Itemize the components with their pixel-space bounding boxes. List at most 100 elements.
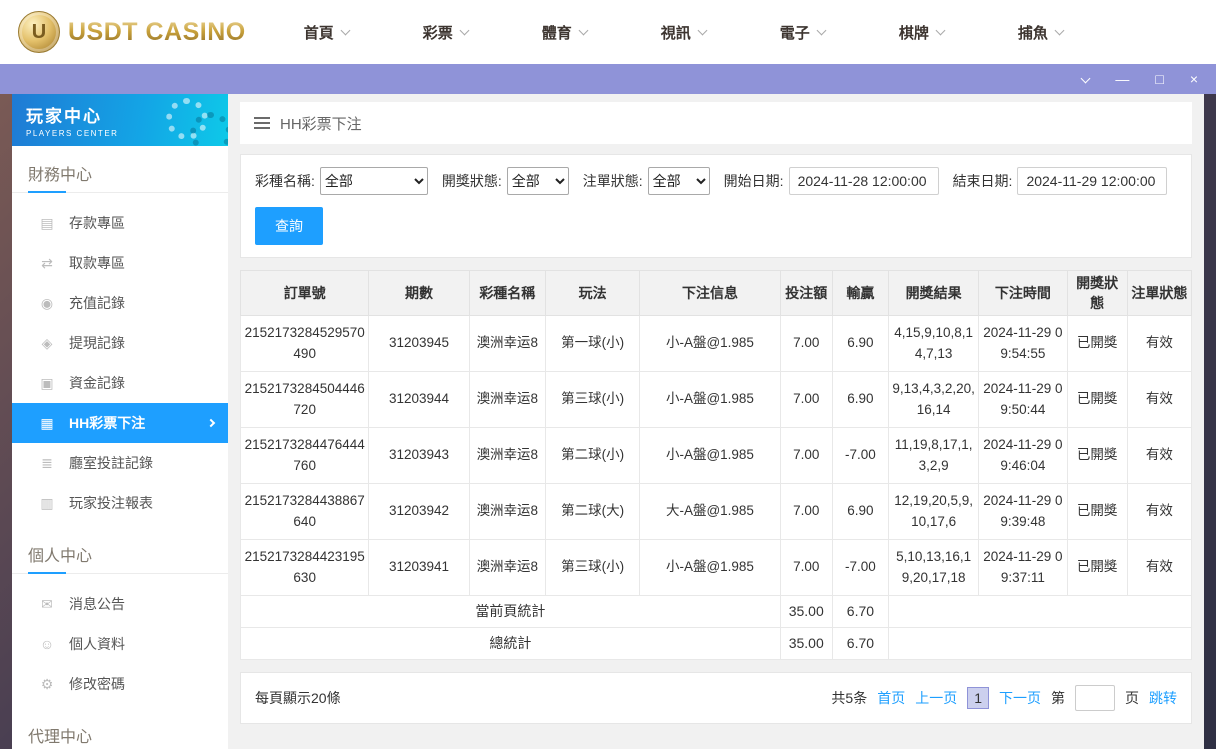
room-records-icon: ≣	[41, 454, 53, 471]
page-summary-label: 當前頁統計	[240, 595, 781, 628]
cell-order-status: 有效	[1126, 539, 1193, 596]
total-count: 共5条	[831, 690, 868, 706]
page-jump-input[interactable]	[1075, 685, 1115, 711]
prev-page-link[interactable]: 上一页	[915, 688, 957, 708]
filter-panel: 彩種名稱: 全部 開獎狀態: 全部 注單狀態: 全部 開始日期: 結束日期: 查…	[240, 154, 1192, 258]
nav-item-electronic[interactable]: 電子	[780, 22, 827, 43]
cell-bet-info: 小-A盤@1.985	[639, 539, 781, 596]
sidebar-item-hh-lottery-bets[interactable]: ▦ HH彩票下注	[12, 403, 228, 443]
sidebar-item-label: 廳室投註記錄	[69, 455, 153, 471]
cell-order-status: 有效	[1126, 315, 1193, 372]
pagination-bar: 每頁顯示20條 共5条 首页 上一页 1 下一页 第 页 跳转	[240, 672, 1192, 724]
cell-lottery-name: 澳洲幸运8	[468, 539, 546, 596]
cell-period: 31203941	[368, 539, 470, 596]
page-header: HH彩票下注	[240, 102, 1192, 144]
cell-draw-status: 已開獎	[1066, 371, 1128, 428]
table-row: 2152173284423195630 31203941 澳洲幸运8 第三球(小…	[239, 539, 1193, 596]
grand-summary-label: 總統計	[240, 627, 781, 660]
draw-status-select[interactable]: 全部	[506, 167, 569, 195]
cell-draw-result: 12,19,20,5,9,10,17,6	[887, 483, 980, 540]
nav-item-video[interactable]: 視訊	[661, 22, 708, 43]
cell-play-type: 第一球(小)	[544, 315, 641, 372]
nav-item-label: 彩票	[422, 24, 453, 42]
page-summary-winloss-total: 6.70	[831, 595, 890, 628]
end-date-input[interactable]	[1017, 167, 1168, 195]
search-button[interactable]: 查詢	[255, 207, 323, 245]
personal-menu: ✉ 消息公告 ☺ 個人資料 ⚙ 修改密碼	[12, 574, 228, 708]
nav-item-sports[interactable]: 體育	[541, 22, 589, 43]
jump-link[interactable]: 跳转	[1149, 688, 1177, 708]
cell-win-loss: 6.90	[831, 371, 890, 428]
start-date-label: 開始日期:	[723, 173, 784, 189]
nav-item-label: 首頁	[303, 24, 334, 42]
sidebar-item-change-password[interactable]: ⚙ 修改密碼	[12, 664, 228, 704]
nav-item-home[interactable]: 首頁	[303, 22, 351, 43]
cell-play-type: 第三球(小)	[544, 539, 641, 596]
players-center-header: 玩家中心 PLAYERS CENTER	[12, 94, 228, 146]
window-maximize-button[interactable]: □	[1155, 72, 1163, 86]
cell-win-loss: 6.90	[831, 483, 890, 540]
nav-item-label: 體育	[541, 24, 572, 42]
page-summary-row: 當前頁統計 35.00 6.70	[240, 595, 1192, 628]
chevron-down-icon	[816, 25, 827, 36]
sidebar-item-withdraw[interactable]: ⇄ 取款專區	[12, 243, 228, 283]
col-bet-time: 下注時間	[978, 270, 1068, 316]
chevron-right-icon	[206, 418, 216, 428]
cell-order-no: 2152173284529570490	[239, 315, 370, 372]
table-row: 2152173284529570490 31203945 澳洲幸运8 第一球(小…	[239, 315, 1193, 372]
recharge-icon: ◉	[40, 294, 54, 311]
window-close-button[interactable]: ×	[1190, 72, 1198, 86]
next-page-link[interactable]: 下一页	[999, 688, 1041, 708]
section-title-finance: 財務中心	[12, 146, 228, 193]
nav-item-chess[interactable]: 棋牌	[899, 22, 946, 43]
cell-bet-info: 小-A盤@1.985	[639, 371, 781, 428]
cell-draw-status: 已開獎	[1066, 427, 1128, 484]
main-nav: 首頁 彩票 體育 視訊 電子 棋牌 捕魚	[304, 22, 1137, 43]
lottery-name-select[interactable]: 全部	[319, 167, 428, 195]
cell-order-no: 2152173284476444760	[239, 427, 370, 484]
cell-draw-result: 5,10,13,16,19,20,17,18	[887, 539, 980, 596]
cell-draw-result: 9,13,4,3,2,20,16,14	[887, 371, 980, 428]
table-header-row: 訂單號 期數 彩種名稱 玩法 下注信息 投注額 輸贏 開獎結果 下注時間 開獎狀…	[239, 270, 1193, 316]
cell-win-loss: 6.90	[831, 315, 890, 372]
chevron-down-icon	[1080, 73, 1091, 83]
sidebar-item-profile[interactable]: ☺ 個人資料	[12, 624, 228, 664]
start-date-input[interactable]	[788, 167, 939, 195]
nav-item-lottery[interactable]: 彩票	[422, 22, 470, 43]
sidebar-item-funds-records[interactable]: ▣ 資金記錄	[12, 363, 228, 403]
logo[interactable]: U USDT CASINO	[18, 11, 246, 53]
window-titlebar: — □ ×	[0, 64, 1216, 94]
sidebar-item-label: 消息公告	[69, 596, 125, 612]
col-bet-info: 下注信息	[639, 270, 781, 316]
nav-item-fishing[interactable]: 捕魚	[1017, 22, 1065, 43]
cell-bet-info: 小-A盤@1.985	[639, 427, 781, 484]
window-chevron-button[interactable]	[1080, 73, 1091, 84]
col-period: 期數	[368, 270, 470, 316]
first-page-link[interactable]: 首页	[877, 688, 905, 708]
sidebar-item-label: HH彩票下注	[69, 415, 146, 431]
cell-play-type: 第二球(小)	[544, 427, 641, 484]
page-summary-empty	[888, 595, 1192, 628]
cell-draw-result: 11,19,8,17,1,3,2,9	[887, 427, 980, 484]
sidebar-item-room-bet-records[interactable]: ≣ 廳室投註記錄	[12, 443, 228, 483]
cell-period: 31203944	[368, 371, 470, 428]
cell-bet-amount: 7.00	[779, 427, 833, 484]
filter-row: 彩種名稱: 全部 開獎狀態: 全部 注單狀態: 全部 開始日期: 結束日期:	[255, 167, 1177, 195]
sidebar-item-deposit[interactable]: ▤ 存款專區	[12, 203, 228, 243]
window-minimize-button[interactable]: —	[1115, 72, 1129, 86]
col-order-no: 訂單號	[239, 270, 370, 316]
cell-draw-result: 4,15,9,10,8,14,7,13	[887, 315, 980, 372]
cell-bet-amount: 7.00	[779, 539, 833, 596]
chevron-down-icon	[697, 25, 708, 36]
sidebar-item-recharge-records[interactable]: ◉ 充值記錄	[12, 283, 228, 323]
order-status-select[interactable]: 全部	[647, 167, 710, 195]
sidebar-item-player-bet-report[interactable]: ▥ 玩家投注報表	[12, 483, 228, 523]
menu-icon[interactable]	[254, 117, 270, 129]
chevron-down-icon	[1054, 25, 1065, 36]
nav-item-label: 捕魚	[1017, 24, 1048, 42]
sidebar-item-announcements[interactable]: ✉ 消息公告	[12, 584, 228, 624]
profile-icon: ☺	[39, 636, 55, 652]
cell-play-type: 第二球(大)	[544, 483, 641, 540]
sidebar-item-cashout-records[interactable]: ◈ 提現記錄	[12, 323, 228, 363]
current-page-indicator: 1	[967, 687, 989, 709]
